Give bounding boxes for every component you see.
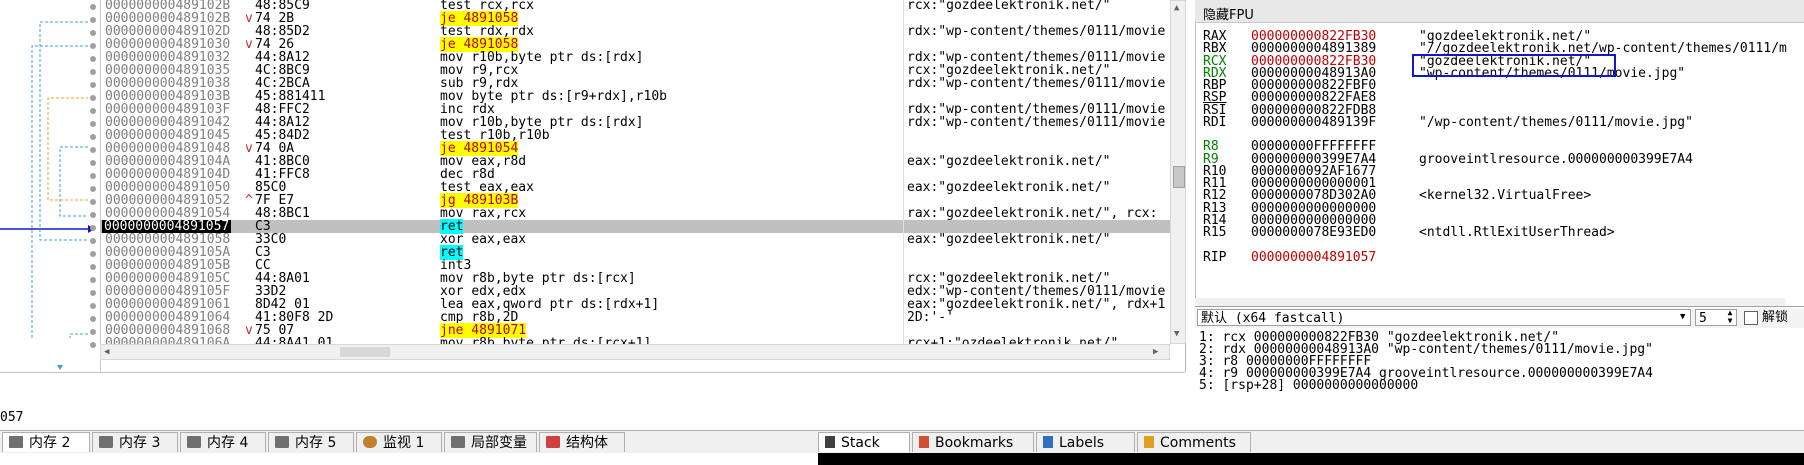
memory-icon	[99, 436, 113, 448]
instruction-bytes: 44:8A41 01	[255, 336, 334, 344]
instruction-part: rax,rcx	[471, 206, 527, 221]
unlock-checkbox[interactable]	[1744, 311, 1758, 325]
jump-line	[69, 333, 88, 338]
tab-stack[interactable]: Stack	[818, 432, 910, 452]
loop-jump-line	[47, 97, 88, 201]
tab-labels[interactable]: Labels	[1036, 432, 1135, 452]
bookmark-icon	[919, 436, 929, 448]
branch-arrows-graph	[0, 4, 96, 370]
register-comment: <ntdll.RtlExitUserThread>	[1419, 225, 1615, 240]
jump-line	[59, 146, 88, 217]
tab-watch-4[interactable]: 监视 1	[356, 432, 442, 452]
calling-convention-select[interactable]: 默认 (x64 fastcall)	[1197, 309, 1691, 326]
instruction-comment: eax:"gozdeelektronik.net/"	[907, 232, 1111, 247]
instruction-text[interactable]: mov r8b,byte ptr ds:[rcx+1]	[440, 337, 651, 344]
jump-line	[39, 21, 88, 241]
disassembly-horizontal-scrollbar[interactable]: ◀ ▶	[100, 344, 1170, 360]
instruction-comment: eax:"gozdeelektronik.net/"	[907, 180, 1111, 195]
register-pane-header[interactable]	[1195, 0, 1804, 23]
stack-view-strip	[818, 453, 1804, 465]
instruction-part: byte ptr ds:[r9+rdx],r10b	[471, 89, 667, 104]
instruction-part: eax,eax	[471, 232, 527, 247]
memory-icon	[187, 436, 201, 448]
tab-memory-3[interactable]: 内存 5	[268, 432, 354, 452]
tab-memory-0[interactable]: 内存 2	[2, 432, 90, 452]
tab-memory-2[interactable]: 内存 4	[180, 432, 266, 452]
instruction-comment: rax:"gozdeelektronik.net/", rcx:	[907, 206, 1158, 221]
branch-arrow-gutter	[0, 0, 101, 372]
stack-icon	[825, 436, 835, 448]
tab-label: 结构体	[566, 435, 608, 451]
locals-icon	[451, 436, 465, 448]
argument-row[interactable]: 5: [rsp+28] 0000000000000000	[1199, 379, 1418, 392]
tab-label: 内存 4	[207, 435, 249, 451]
memory-icon	[275, 436, 289, 448]
instruction-comment: 2D:'-'	[907, 310, 954, 325]
info-box	[0, 372, 1185, 431]
tab-label: 内存 3	[119, 435, 161, 451]
hide-fpu-button[interactable]: 隐藏FPU	[1203, 4, 1254, 23]
disasm-row[interactable]: 000000000489106A 44:8A41 01 mov r8b,byte p…	[100, 337, 1170, 344]
comment-column-divider	[903, 0, 904, 344]
instruction-part: mov	[440, 336, 472, 344]
tab-locals-5[interactable]: 局部变量	[444, 432, 537, 452]
register-comment: "/wp-content/themes/0111/movie.jpg"	[1419, 114, 1693, 130]
watch-icon	[363, 436, 377, 448]
tab-comments[interactable]: Comments	[1137, 432, 1251, 452]
scroll-right-icon[interactable]: ▶	[1153, 347, 1158, 357]
instruction-comment: rdx:"wp-content/themes/0111/movie	[907, 76, 1166, 91]
disassembly-rows[interactable]: 000000000489102B 48:85C9 test rcx,rcx rcx:"…	[100, 0, 1170, 344]
register-value[interactable]: 0000000004891057	[1251, 250, 1419, 265]
info-box-text: 057	[0, 410, 24, 425]
tab-label: 内存 5	[295, 435, 337, 451]
tab-label: Stack	[841, 435, 880, 451]
spin-arrows-icon[interactable]: ▲ ▼	[1724, 309, 1736, 326]
comment-icon	[1144, 436, 1154, 448]
unlock-label: 解锁	[1762, 310, 1789, 325]
instruction-comment: eax:"gozdeelektronik.net/"	[907, 154, 1111, 169]
instruction-comment: rdx:"wp-content/themes/0111/movie	[907, 115, 1166, 130]
instruction-part: r8b,byte ptr ds:[rcx+1]	[471, 336, 652, 344]
tab-label: Bookmarks	[935, 435, 1014, 451]
register-comment: <kernel32.VirtualFree>	[1419, 188, 1592, 204]
tab-struct-6[interactable]: 结构体	[539, 432, 625, 452]
label-icon	[1043, 436, 1053, 448]
disassembly-vertical-scroll-thumb[interactable]	[1173, 166, 1185, 188]
disassembly-horizontal-scroll-thumb[interactable]	[340, 347, 390, 357]
tab-label: 局部变量	[471, 435, 527, 451]
tab-label: 内存 2	[29, 435, 71, 451]
rcx-highlight-box	[1412, 54, 1616, 77]
tab-memory-1[interactable]: 内存 3	[92, 432, 178, 452]
tab-label: Comments	[1160, 435, 1236, 451]
register-name: RIP	[1203, 249, 1227, 265]
register-row[interactable]: RIP 0000000004891057	[1203, 249, 1419, 265]
instruction-comment: rdx:"wp-content/themes/0111/movie	[907, 24, 1166, 39]
instruction-comment: rcx+1:"ozdeelektronik.net/"	[907, 336, 1119, 344]
tab-label: 监视 1	[383, 435, 425, 451]
chevron-down-icon[interactable]: ▼	[1680, 309, 1685, 326]
scroll-left-icon[interactable]: ◀	[104, 347, 109, 357]
register-horizontal-scrollbar[interactable]	[1195, 298, 1785, 306]
breakpoint-dots	[90, 4, 96, 348]
scroll-up-icon[interactable]: ▲	[1174, 3, 1179, 13]
tab-label: Labels	[1059, 435, 1105, 451]
struct-icon	[546, 436, 560, 448]
memory-icon	[9, 436, 23, 448]
register-comment: grooveintlresource.000000000399E7A4	[1419, 151, 1693, 167]
instruction-address[interactable]: 000000000489106A	[105, 337, 230, 344]
jump-arrow-head	[57, 365, 63, 370]
scroll-down-icon[interactable]: ▼	[1174, 329, 1179, 339]
tab-bookmarks[interactable]: Bookmarks	[912, 432, 1034, 452]
instruction-comment: rcx:"gozdeelektronik.net/"	[907, 0, 1111, 13]
